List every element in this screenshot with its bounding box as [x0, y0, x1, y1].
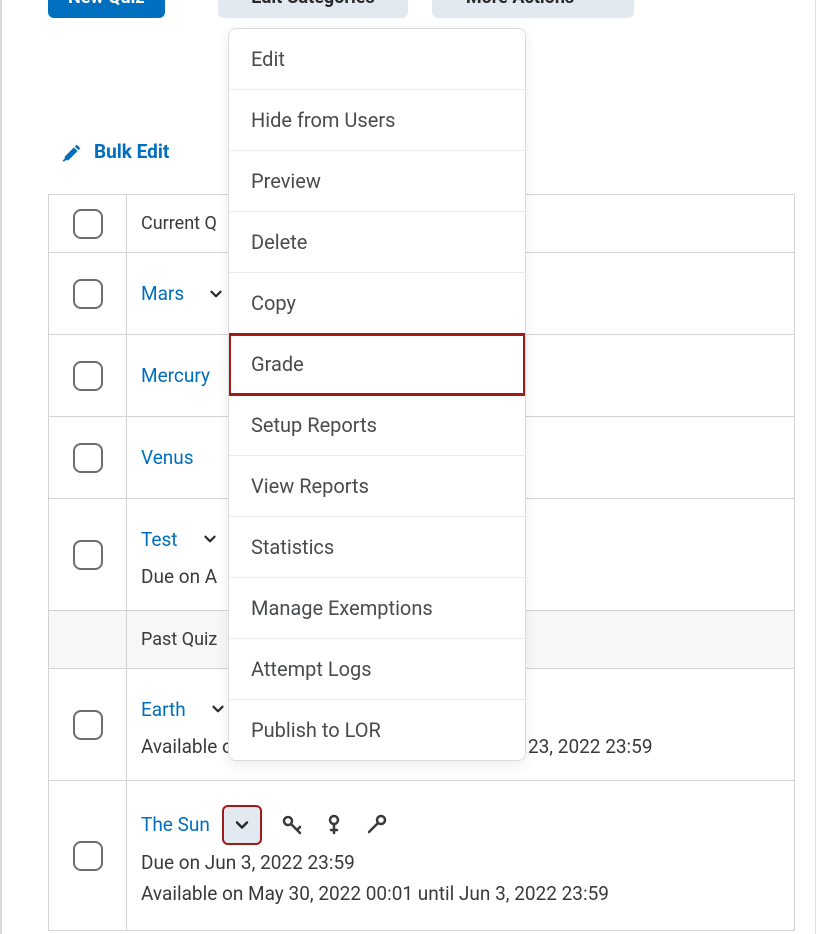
row-actions-toggle[interactable] — [192, 521, 228, 557]
due-date-text: Due on Jun 3, 2022 23:59 — [141, 851, 780, 874]
row-actions-toggle[interactable] — [224, 807, 260, 843]
select-all-checkbox[interactable] — [73, 209, 103, 239]
menu-item-statistics[interactable]: Statistics — [229, 517, 525, 578]
menu-item-copy[interactable]: Copy — [229, 273, 525, 334]
more-actions-label: More Actions — [466, 0, 574, 8]
edit-categories-label: Edit Categories — [251, 0, 374, 8]
key-icon — [280, 813, 304, 837]
key-icon — [364, 813, 388, 837]
menu-item-edit[interactable]: Edit — [229, 29, 525, 90]
row-checkbox[interactable] — [73, 841, 103, 871]
edit-categories-button[interactable]: Edit Categories — [218, 0, 408, 18]
menu-item-preview[interactable]: Preview — [229, 151, 525, 212]
quiz-link-mercury[interactable]: Mercury — [141, 364, 210, 387]
availability-text: Available on May 30, 2022 00:01 until Ju… — [141, 882, 780, 905]
row-checkbox[interactable] — [73, 443, 103, 473]
quiz-link-mars[interactable]: Mars — [141, 282, 184, 305]
row-checkbox[interactable] — [73, 279, 103, 309]
chevron-down-icon — [201, 530, 219, 548]
table-row: The Sun Due on Jun 3, 2022 23:59 Availab… — [49, 781, 794, 931]
row-checkbox[interactable] — [73, 540, 103, 570]
key-icon — [322, 813, 346, 837]
menu-item-publish-to-lor[interactable]: Publish to LOR — [229, 700, 525, 760]
chevron-down-icon — [584, 0, 600, 5]
bulk-edit-button[interactable]: Bulk Edit — [62, 140, 169, 163]
chevron-down-icon — [207, 285, 225, 303]
menu-item-view-reports[interactable]: View Reports — [229, 456, 525, 517]
chevron-down-icon — [232, 815, 252, 835]
menu-item-manage-exemptions[interactable]: Manage Exemptions — [229, 578, 525, 639]
menu-item-hide-from-users[interactable]: Hide from Users — [229, 90, 525, 151]
context-menu: Edit Hide from Users Preview Delete Copy… — [228, 28, 526, 761]
quiz-link-test[interactable]: Test — [141, 528, 178, 551]
menu-item-attempt-logs[interactable]: Attempt Logs — [229, 639, 525, 700]
row-checkbox[interactable] — [73, 361, 103, 391]
chevron-down-icon — [209, 700, 227, 718]
row-checkbox[interactable] — [73, 710, 103, 740]
pencil-icon — [62, 141, 84, 163]
new-quiz-button[interactable]: New Quiz — [48, 0, 165, 18]
menu-item-setup-reports[interactable]: Setup Reports — [229, 395, 525, 456]
menu-item-grade[interactable]: Grade — [229, 334, 525, 395]
quiz-link-venus[interactable]: Venus — [141, 446, 194, 469]
quiz-link-thesun[interactable]: The Sun — [141, 813, 210, 836]
menu-item-delete[interactable]: Delete — [229, 212, 525, 273]
quiz-link-earth[interactable]: Earth — [141, 698, 186, 721]
key-icons-group — [280, 813, 388, 837]
new-quiz-label: New Quiz — [68, 0, 145, 8]
bulk-edit-label: Bulk Edit — [94, 140, 169, 163]
more-actions-button[interactable]: More Actions — [432, 0, 634, 18]
